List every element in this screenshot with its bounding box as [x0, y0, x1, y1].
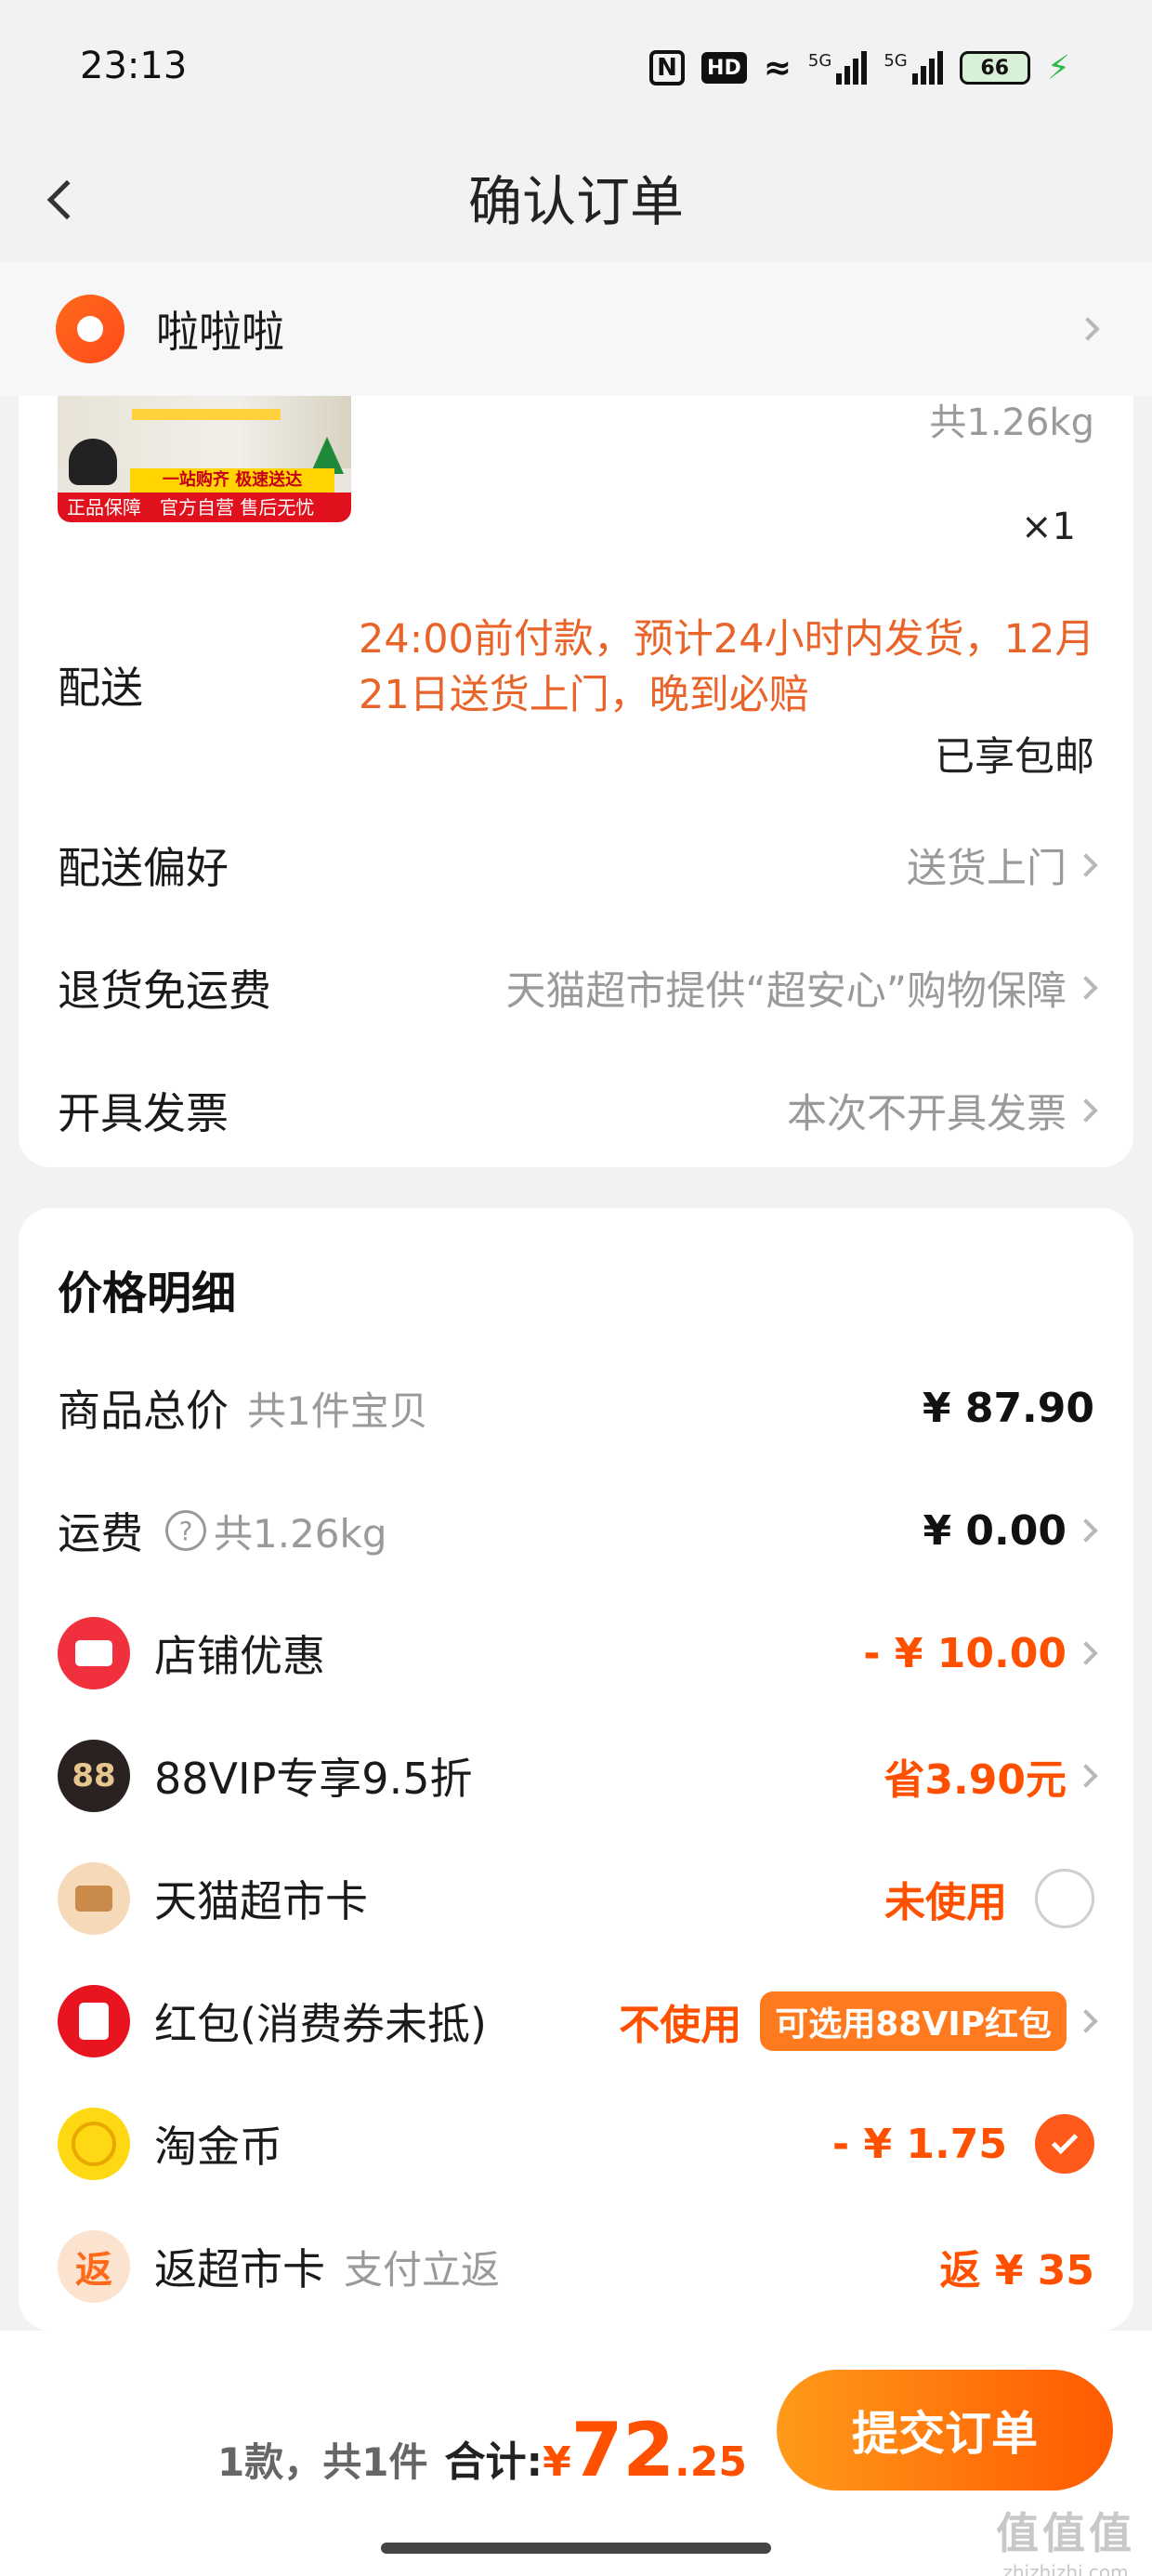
chevron-right-icon: [1074, 1641, 1098, 1665]
vip-red-packet-tag[interactable]: 可选用88VIP红包: [760, 1991, 1067, 2051]
delivery-preference-selector[interactable]: 送货上门: [907, 836, 1098, 894]
chevron-right-icon: [1074, 1518, 1098, 1543]
returns-value: 天猫超市提供“超安心”购物保障: [505, 968, 1067, 1015]
vip-discount-label: 88VIP专享9.5折: [154, 1754, 473, 1804]
chevron-right-icon: [1074, 1098, 1098, 1123]
product-guarantee-band: 正品保障 官方自营 售后无忧: [58, 493, 351, 522]
goods-total-count: 共1件宝贝: [247, 1387, 428, 1434]
hd-voice-icon: HD: [701, 52, 747, 84]
order-details-card: 一站购齐 极速送达 正品保障 官方自营 售后无忧 共1.26kg ×1 配送 2…: [19, 396, 1133, 1167]
coupon-icon: [58, 1617, 130, 1689]
page-title: 确认订单: [467, 170, 684, 233]
home-indicator[interactable]: [381, 2543, 771, 2554]
header: 确认订单: [0, 139, 1152, 260]
submit-order-button[interactable]: 提交订单: [777, 2370, 1113, 2491]
bottom-bar: 1款，共1件 合计: ¥ 72 .25 提交订单 值值值 zhizhizhi.c…: [0, 2331, 1152, 2576]
total-integer: 72: [570, 2407, 675, 2493]
taojinbi-label: 淘金币: [154, 2122, 282, 2172]
rebate-row: 返 返超市卡 支付立返 返 ¥ 35: [19, 2225, 1133, 2308]
chevron-right-icon: [1074, 976, 1098, 1000]
invoice-selector[interactable]: 本次不开具发票: [787, 1082, 1098, 1139]
taojinbi-value: - ¥ 1.75: [831, 2120, 1007, 2168]
tmall-card-radio[interactable]: [1035, 1869, 1094, 1928]
taojinbi-checkbox[interactable]: [1035, 2114, 1094, 2174]
goods-total-label: 商品总价: [58, 1386, 229, 1436]
total-label: 合计:: [444, 2438, 543, 2486]
delivery-preference-label: 配送偏好: [58, 843, 229, 893]
watermark-site: zhizhizhi.com: [1002, 2561, 1129, 2576]
shop-discount-label: 店铺优惠: [154, 1631, 325, 1681]
help-question-icon[interactable]: ?: [165, 1510, 206, 1551]
product-quantity: ×1: [1021, 506, 1076, 548]
status-bar: 23:13 N HD ≈ 5G 5G 66 ⚡: [0, 0, 1152, 139]
returns-selector[interactable]: 天猫超市提供“超安心”购物保障: [505, 959, 1098, 1017]
vip-discount-row[interactable]: 88 88VIP专享9.5折 省3.90元: [19, 1734, 1133, 1818]
nfc-icon: N: [649, 50, 686, 85]
chevron-right-icon: [1076, 317, 1100, 341]
vip-discount-value: 省3.90元: [884, 1756, 1067, 1804]
chevron-right-icon: [1074, 853, 1098, 877]
delivery-preference-value: 送货上门: [907, 846, 1067, 892]
check-icon: [1051, 2127, 1079, 2155]
tmall-card-value: 未使用: [884, 1879, 1007, 1926]
shipping-weight: 共1.26kg: [214, 1510, 387, 1557]
tmall-card-label: 天猫超市卡: [154, 1876, 368, 1926]
rebate-sub: 支付立返: [344, 2246, 501, 2293]
price-details-title: 价格明细: [58, 1268, 237, 1320]
red-packet-label: 红包(消费券未抵): [154, 1999, 487, 2049]
goods-total-row: 商品总价 共1件宝贝 ¥ 87.90: [19, 1366, 1133, 1450]
red-packet-value: 不使用: [619, 2002, 742, 2049]
tmall-card-row[interactable]: 天猫超市卡 未使用: [19, 1857, 1133, 1940]
shipping-row[interactable]: 运费 ? 共1.26kg ¥ 0.00: [19, 1489, 1133, 1572]
total-decimal: .25: [674, 2438, 747, 2486]
product-weight: 共1.26kg: [929, 401, 1094, 444]
rebate-icon: 返: [58, 2230, 130, 2303]
signal-icon-1: 5G: [808, 51, 868, 85]
wifi-icon: ≈: [763, 48, 792, 87]
watermark-logo: 值值值: [996, 2508, 1135, 2558]
shop-discount-value: - ¥ 10.00: [863, 1629, 1067, 1677]
location-pin-icon: [56, 295, 124, 363]
status-icons: N HD ≈ 5G 5G 66 ⚡: [649, 46, 1070, 89]
charging-icon: ⚡: [1046, 48, 1070, 87]
delivery-label: 配送: [58, 663, 143, 713]
invoice-label: 开具发票: [58, 1088, 229, 1138]
currency-symbol: ¥: [543, 2438, 571, 2486]
free-shipping-text: 已享包邮: [935, 734, 1094, 781]
shipping-value: ¥ 0.00: [923, 1506, 1067, 1555]
price-details-card: 价格明细 商品总价 共1件宝贝 ¥ 87.90 运费 ? 共1.26kg ¥ 0…: [19, 1208, 1133, 2331]
order-summary: 1款，共1件 合计: ¥ 72 .25: [217, 2407, 747, 2493]
goods-total-value: ¥ 87.90: [922, 1384, 1094, 1432]
shipping-label: 运费: [58, 1508, 143, 1558]
taojinbi-row[interactable]: 淘金币 - ¥ 1.75: [19, 2102, 1133, 2186]
chevron-right-icon: [1074, 2009, 1098, 2033]
invoice-value: 本次不开具发票: [787, 1091, 1067, 1137]
rebate-value: 返 ¥ 35: [939, 2247, 1094, 2294]
product-image[interactable]: 一站购齐 极速送达 正品保障 官方自营 售后无忧: [58, 396, 351, 522]
shop-discount-row[interactable]: 店铺优惠 - ¥ 10.00: [19, 1611, 1133, 1695]
tmall-cat-icon: [69, 439, 117, 485]
address-name: 啦啦啦: [156, 307, 284, 357]
vip-88-icon: 88: [58, 1740, 130, 1812]
red-packet-icon: [58, 1985, 130, 2057]
battery-icon: 66: [959, 51, 1030, 85]
red-packet-row[interactable]: 红包(消费券未抵) 不使用 可选用88VIP红包: [19, 1979, 1133, 2063]
returns-label: 退货免运费: [58, 966, 271, 1016]
address-bar[interactable]: 啦啦啦: [0, 262, 1152, 396]
chevron-right-icon: [1074, 1764, 1098, 1788]
item-count: 1款，共1件: [217, 2439, 428, 2485]
gold-coin-icon: [58, 2108, 130, 2180]
delivery-note: 24:00前付款，预计24小时内发货，12月21日送货上门，晚到必赔: [359, 616, 1095, 718]
site-watermark: 值值值 zhizhizhi.com: [996, 2500, 1135, 2576]
signal-icon-2: 5G: [884, 51, 943, 85]
card-icon: [58, 1862, 130, 1935]
rebate-label: 返超市卡: [154, 2244, 325, 2294]
product-promo-text: 一站购齐 极速送达: [130, 468, 334, 493]
status-time: 23:13: [80, 45, 188, 87]
